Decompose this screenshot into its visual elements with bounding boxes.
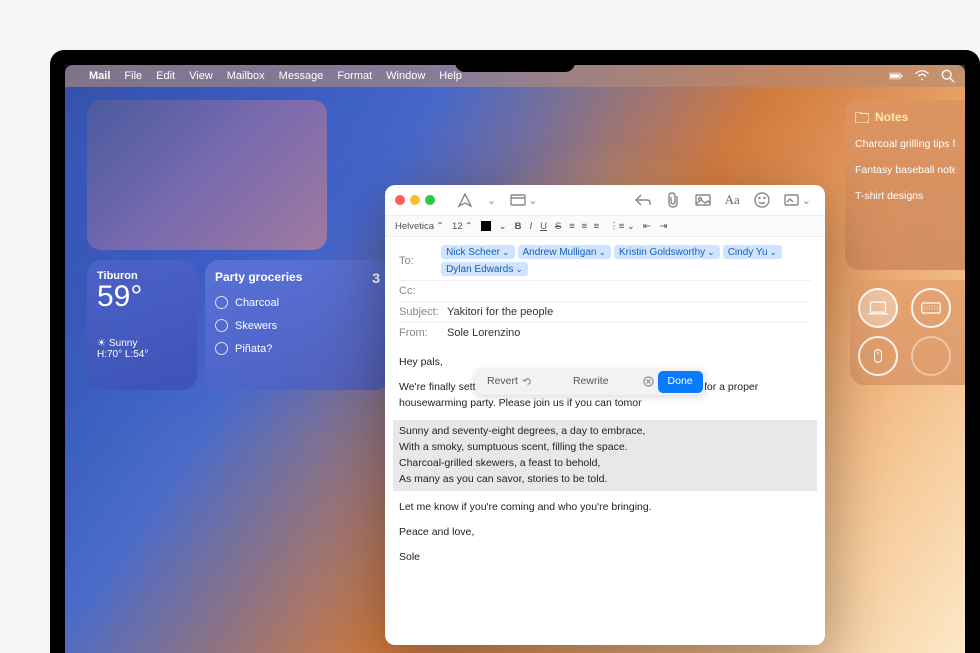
- menu-help[interactable]: Help: [439, 70, 462, 82]
- align-buttons[interactable]: ≡ ≡ ≡: [569, 221, 601, 232]
- menu-edit[interactable]: Edit: [156, 70, 175, 82]
- body-paragraph: Let me know if you're coming and who you…: [399, 500, 811, 516]
- emoji-button[interactable]: [750, 190, 774, 210]
- menu-message[interactable]: Message: [279, 70, 324, 82]
- rewrite-button[interactable]: Rewrite: [543, 371, 639, 393]
- italic-button[interactable]: I: [529, 221, 532, 232]
- format-bar: Helvetica ⌃ 12 ⌃ ⌄ B I U S ≡ ≡ ≡ ⋮≡ ⌄ ⇤ …: [385, 215, 825, 237]
- sun-icon: ☀: [97, 338, 106, 349]
- continuity-keyboard-icon[interactable]: [911, 288, 951, 328]
- indent-buttons[interactable]: ⇤ ⇥: [643, 221, 671, 232]
- laptop-notch: [455, 50, 575, 72]
- reminder-item[interactable]: Skewers: [215, 319, 380, 332]
- underline-button[interactable]: U: [540, 221, 547, 232]
- revert-button[interactable]: Revert: [477, 371, 543, 393]
- recipient-chip[interactable]: Kristin Goldsworthy: [614, 245, 720, 259]
- to-field[interactable]: Nick Scheer Andrew Mulligan Kristin Gold…: [441, 245, 811, 276]
- folder-icon: [855, 112, 869, 123]
- recipient-chip[interactable]: Nick Scheer: [441, 245, 514, 259]
- cc-label: Cc:: [399, 285, 441, 297]
- menu-view[interactable]: View: [189, 70, 213, 82]
- sparkle-icon: [643, 376, 654, 387]
- mail-compose-window: ⌄ ⌄ Aa ⌄ Helvetica ⌃ 12 ⌃ ⌄ B I U S ≡ ≡ …: [385, 185, 825, 645]
- reminder-checkbox[interactable]: [215, 296, 228, 309]
- recipient-chip[interactable]: Dylan Edwards: [441, 262, 528, 276]
- menu-window[interactable]: Window: [386, 70, 425, 82]
- reminders-count: 3: [372, 270, 380, 286]
- menu-file[interactable]: File: [124, 70, 142, 82]
- weather-widget[interactable]: Tiburon 59° ☀Sunny H:70° L:54°: [87, 260, 197, 390]
- search-icon[interactable]: [941, 69, 955, 83]
- note-item[interactable]: T-shirt designs: [855, 190, 955, 202]
- ai-rewritten-block: Sunny and seventy-eight degrees, a day t…: [393, 420, 817, 491]
- notes-widget[interactable]: Notes Charcoal grilling tips from Si Fan…: [845, 100, 965, 270]
- zoom-button[interactable]: [425, 195, 435, 205]
- reminder-label: Piñata?: [235, 343, 272, 355]
- menu-mailbox[interactable]: Mailbox: [227, 70, 265, 82]
- reminders-list-title: Party groceries: [215, 270, 302, 286]
- reminder-checkbox[interactable]: [215, 342, 228, 355]
- close-button[interactable]: [395, 195, 405, 205]
- reminder-item[interactable]: Piñata?: [215, 342, 380, 355]
- reminders-widget[interactable]: Party groceries 3 Charcoal Skewers Piñata…: [205, 260, 390, 390]
- weather-hilo: H:70° L:54°: [97, 349, 187, 360]
- message-template-button[interactable]: ⌄: [506, 190, 541, 210]
- reminder-label: Skewers: [235, 320, 277, 332]
- color-dropdown[interactable]: ⌄: [499, 221, 507, 232]
- attach-button[interactable]: [661, 190, 685, 210]
- battery-icon[interactable]: [889, 69, 903, 83]
- reminder-label: Charcoal: [235, 297, 279, 309]
- photo-widget[interactable]: [87, 100, 327, 250]
- format-button[interactable]: Aa: [721, 190, 744, 210]
- weather-condition: ☀Sunny: [97, 338, 187, 349]
- continuity-widget[interactable]: [850, 280, 965, 385]
- mail-body[interactable]: Revert Rewrite Done Hey pals, We're fina…: [385, 347, 825, 583]
- photo-button[interactable]: [691, 190, 715, 210]
- media-browser-button[interactable]: ⌄: [780, 190, 815, 210]
- from-label: From:: [399, 327, 441, 339]
- from-field[interactable]: Sole Lorenzino: [447, 327, 520, 339]
- subject-field[interactable]: Yakitori for the people: [447, 306, 553, 318]
- cc-field[interactable]: [447, 285, 811, 297]
- done-button[interactable]: Done: [658, 371, 703, 393]
- wifi-icon[interactable]: [915, 69, 929, 83]
- send-button[interactable]: [453, 190, 477, 210]
- weather-temperature: 59°: [97, 280, 187, 314]
- mail-headers: To: Nick Scheer Andrew Mulligan Kristin …: [385, 237, 825, 347]
- continuity-empty[interactable]: [911, 336, 951, 376]
- note-item[interactable]: Fantasy baseball notes: [855, 164, 955, 176]
- font-family-select[interactable]: Helvetica ⌃: [395, 221, 444, 232]
- reply-button[interactable]: [631, 190, 655, 210]
- reminder-item[interactable]: Charcoal: [215, 296, 380, 309]
- recipient-chip[interactable]: Cindy Yu: [723, 245, 782, 259]
- subject-label: Subject:: [399, 306, 441, 318]
- strike-button[interactable]: S: [555, 221, 561, 232]
- app-menu[interactable]: Mail: [89, 70, 110, 82]
- header-dropdown[interactable]: ⌄: [483, 192, 500, 209]
- bold-button[interactable]: B: [515, 221, 522, 232]
- font-size-select[interactable]: 12 ⌃: [452, 221, 473, 232]
- body-signature: Sole: [399, 550, 811, 566]
- note-item[interactable]: Charcoal grilling tips from Si: [855, 138, 955, 150]
- body-signoff: Peace and love,: [399, 525, 811, 541]
- reminder-checkbox[interactable]: [215, 319, 228, 332]
- minimize-button[interactable]: [410, 195, 420, 205]
- recipient-chip[interactable]: Andrew Mulligan: [518, 245, 611, 259]
- continuity-laptop-icon[interactable]: [858, 288, 898, 328]
- color-picker[interactable]: [481, 221, 491, 231]
- to-label: To:: [399, 255, 435, 267]
- mail-toolbar: ⌄ ⌄ Aa ⌄: [385, 185, 825, 215]
- list-button[interactable]: ⋮≡ ⌄: [609, 221, 635, 232]
- continuity-mouse-icon[interactable]: [858, 336, 898, 376]
- notes-title: Notes: [875, 110, 908, 124]
- writing-tools-toolbar: Revert Rewrite Done: [475, 369, 705, 395]
- menu-format[interactable]: Format: [337, 70, 372, 82]
